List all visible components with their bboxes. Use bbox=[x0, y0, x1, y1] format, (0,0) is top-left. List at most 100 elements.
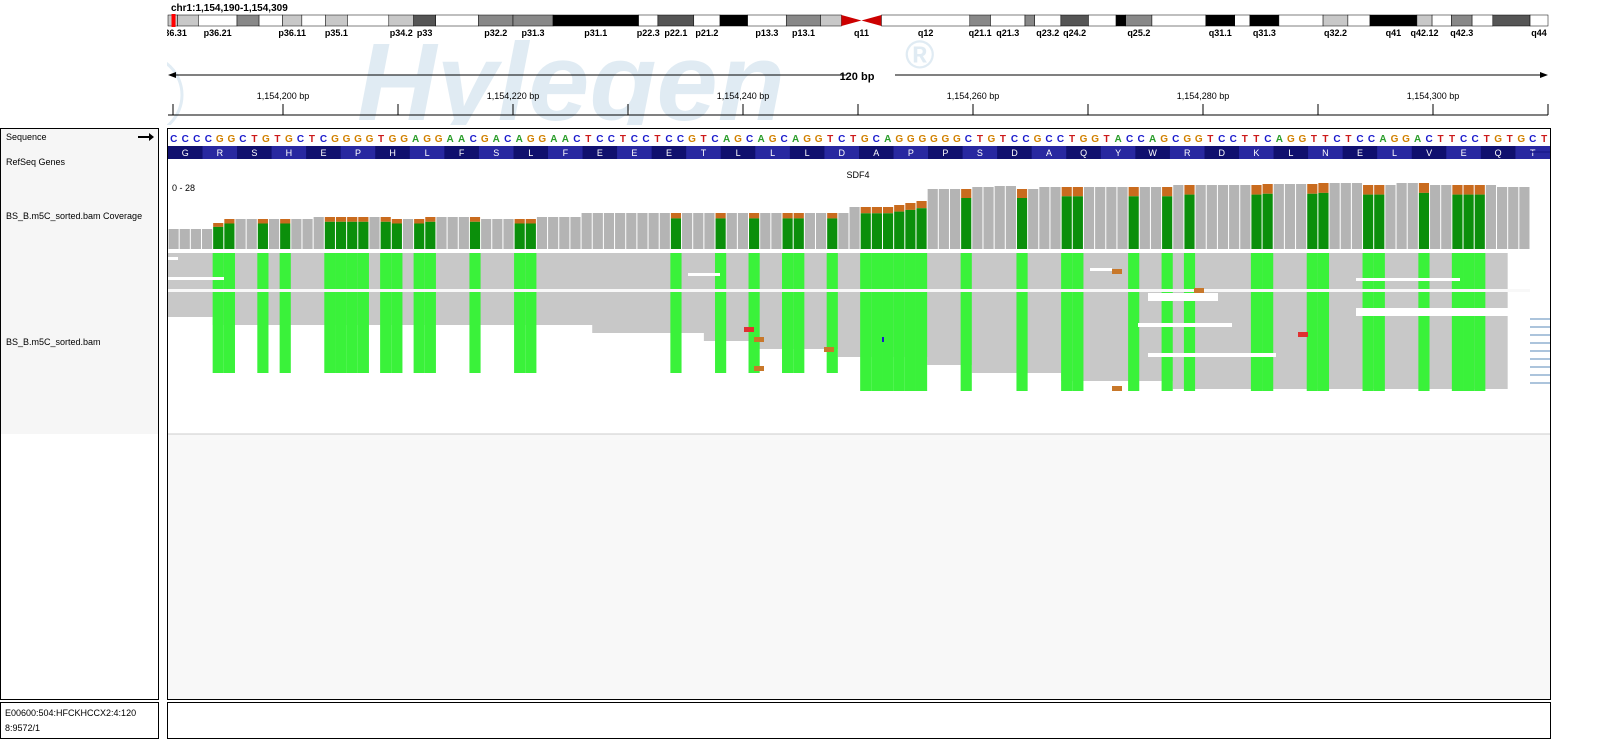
coverage-bar[interactable] bbox=[1240, 185, 1251, 249]
coverage-bar[interactable] bbox=[760, 213, 771, 249]
coverage-bar[interactable] bbox=[246, 219, 257, 249]
coverage-bar[interactable] bbox=[503, 219, 514, 249]
coverage-bar-methylated[interactable] bbox=[224, 223, 235, 250]
coverage-bar-unmethylated[interactable] bbox=[860, 207, 871, 214]
coverage-bar[interactable] bbox=[1139, 187, 1150, 249]
coverage-bar[interactable] bbox=[1441, 185, 1452, 249]
coverage-bar-methylated[interactable] bbox=[1162, 196, 1173, 249]
coverage-bar[interactable] bbox=[1296, 184, 1307, 249]
coverage-bar-methylated[interactable] bbox=[525, 223, 536, 250]
mismatch-marker[interactable] bbox=[744, 327, 754, 332]
coverage-bar[interactable] bbox=[1117, 187, 1128, 249]
coverage-bar-methylated[interactable] bbox=[324, 221, 335, 249]
track-name-panel[interactable]: Sequence RefSeq Genes BS_B.m5C_sorted.ba… bbox=[0, 128, 159, 700]
coverage-bar[interactable] bbox=[458, 217, 469, 249]
coverage-bar[interactable] bbox=[838, 213, 849, 249]
coverage-bar-unmethylated[interactable] bbox=[514, 219, 525, 224]
methylated-read-column[interactable] bbox=[335, 253, 347, 373]
coverage-bar[interactable] bbox=[570, 217, 581, 249]
coverage-bar[interactable] bbox=[626, 213, 637, 249]
coverage-bar[interactable] bbox=[1028, 189, 1039, 249]
insertion-marker[interactable] bbox=[882, 337, 884, 342]
methylated-read-column[interactable] bbox=[670, 253, 682, 373]
coverage-bar-methylated[interactable] bbox=[1251, 194, 1262, 249]
methylated-read-column[interactable] bbox=[212, 253, 224, 373]
coverage-bar-unmethylated[interactable] bbox=[1262, 184, 1273, 194]
coverage-bar-unmethylated[interactable] bbox=[257, 219, 268, 224]
coverage-bar[interactable] bbox=[938, 189, 949, 249]
coverage-bar-unmethylated[interactable] bbox=[1128, 187, 1139, 197]
methylated-read-column[interactable] bbox=[1317, 253, 1330, 391]
coverage-bar[interactable] bbox=[1430, 185, 1441, 249]
methylated-read-column[interactable] bbox=[380, 253, 392, 373]
coverage-bar[interactable] bbox=[704, 213, 715, 249]
coverage-bar-unmethylated[interactable] bbox=[358, 217, 369, 222]
methylated-read-column[interactable] bbox=[960, 253, 972, 391]
coverage-bar[interactable] bbox=[1039, 187, 1050, 249]
coverage-bar-unmethylated[interactable] bbox=[1072, 187, 1083, 197]
coverage-bar-methylated[interactable] bbox=[894, 211, 905, 249]
coverage-bar[interactable] bbox=[235, 219, 246, 249]
mismatch-marker[interactable] bbox=[754, 366, 764, 371]
methylated-read-column[interactable] bbox=[882, 253, 894, 391]
refseq-gene-track[interactable]: GRSHEPHLFSLFEEETLLLDAPPSDAQYWRDKLNELVEQT bbox=[168, 146, 1550, 159]
methylated-read-column[interactable] bbox=[514, 253, 526, 373]
coverage-bar-unmethylated[interactable] bbox=[894, 205, 905, 212]
coverage-bar[interactable] bbox=[603, 213, 615, 249]
coverage-bar-unmethylated[interactable] bbox=[871, 207, 882, 214]
coverage-bar-methylated[interactable] bbox=[1474, 194, 1485, 249]
coverage-bar-unmethylated[interactable] bbox=[335, 217, 347, 222]
coverage-bar-methylated[interactable] bbox=[425, 221, 436, 249]
methylated-read-column[interactable] bbox=[715, 253, 727, 373]
coverage-bar[interactable] bbox=[637, 213, 648, 249]
coverage-bar-methylated[interactable] bbox=[905, 209, 916, 249]
coverage-bar[interactable] bbox=[1095, 187, 1106, 249]
coverage-bar-methylated[interactable] bbox=[1016, 198, 1028, 249]
methylated-read-column[interactable] bbox=[1128, 253, 1140, 391]
methylated-read-column[interactable] bbox=[525, 253, 537, 373]
coverage-bar[interactable] bbox=[927, 189, 938, 249]
coverage-bar-unmethylated[interactable] bbox=[827, 213, 838, 219]
coverage-bar[interactable] bbox=[1005, 186, 1016, 249]
coverage-bar[interactable] bbox=[1206, 185, 1217, 249]
mismatch-marker[interactable] bbox=[1112, 386, 1122, 391]
coverage-bar[interactable] bbox=[771, 213, 782, 249]
coverage-bar-methylated[interactable] bbox=[1318, 192, 1329, 249]
coverage-bar[interactable] bbox=[168, 229, 179, 249]
coverage-bar-unmethylated[interactable] bbox=[1474, 185, 1485, 195]
coverage-bar-unmethylated[interactable] bbox=[1374, 185, 1385, 195]
coverage-bar-unmethylated[interactable] bbox=[670, 213, 682, 219]
track-name-alignment[interactable]: BS_B.m5C_sorted.bam bbox=[6, 337, 101, 347]
coverage-bar-unmethylated[interactable] bbox=[224, 219, 235, 224]
track-name-sequence[interactable]: Sequence bbox=[6, 132, 47, 142]
coverage-bar[interactable] bbox=[536, 217, 548, 249]
coverage-bar[interactable] bbox=[659, 213, 670, 249]
methylated-read-column[interactable] bbox=[1016, 253, 1028, 391]
methylated-read-column[interactable] bbox=[826, 253, 838, 373]
methylated-read-column[interactable] bbox=[346, 253, 358, 373]
coverage-bar-methylated[interactable] bbox=[257, 223, 268, 250]
coverage-bar[interactable] bbox=[1508, 187, 1519, 249]
methylated-read-column[interactable] bbox=[782, 253, 794, 373]
coverage-bar-unmethylated[interactable] bbox=[1418, 183, 1430, 193]
coverage-bar[interactable] bbox=[1050, 187, 1061, 249]
coverage-bar[interactable] bbox=[447, 217, 458, 249]
methylated-read-column[interactable] bbox=[1306, 253, 1318, 391]
coverage-bar[interactable] bbox=[1329, 183, 1340, 249]
coverage-bar-unmethylated[interactable] bbox=[1184, 185, 1195, 195]
coverage-bar[interactable] bbox=[726, 213, 737, 249]
coverage-bar-unmethylated[interactable] bbox=[1061, 187, 1072, 197]
methylated-read-column[interactable] bbox=[1061, 253, 1073, 391]
coverage-bar[interactable] bbox=[737, 213, 749, 249]
methylated-read-column[interactable] bbox=[871, 253, 883, 391]
coverage-bar-methylated[interactable] bbox=[1061, 196, 1072, 249]
coverage-bar-unmethylated[interactable] bbox=[469, 217, 481, 222]
coverage-bar-unmethylated[interactable] bbox=[749, 213, 760, 219]
coverage-bar-methylated[interactable] bbox=[347, 221, 358, 249]
coverage-bar-unmethylated[interactable] bbox=[1307, 184, 1318, 194]
methylated-read-column[interactable] bbox=[279, 253, 291, 373]
coverage-bar-unmethylated[interactable] bbox=[324, 217, 335, 222]
coverage-bar[interactable] bbox=[291, 219, 302, 249]
coverage-bar-unmethylated[interactable] bbox=[525, 219, 536, 224]
coverage-bar[interactable] bbox=[548, 217, 559, 249]
